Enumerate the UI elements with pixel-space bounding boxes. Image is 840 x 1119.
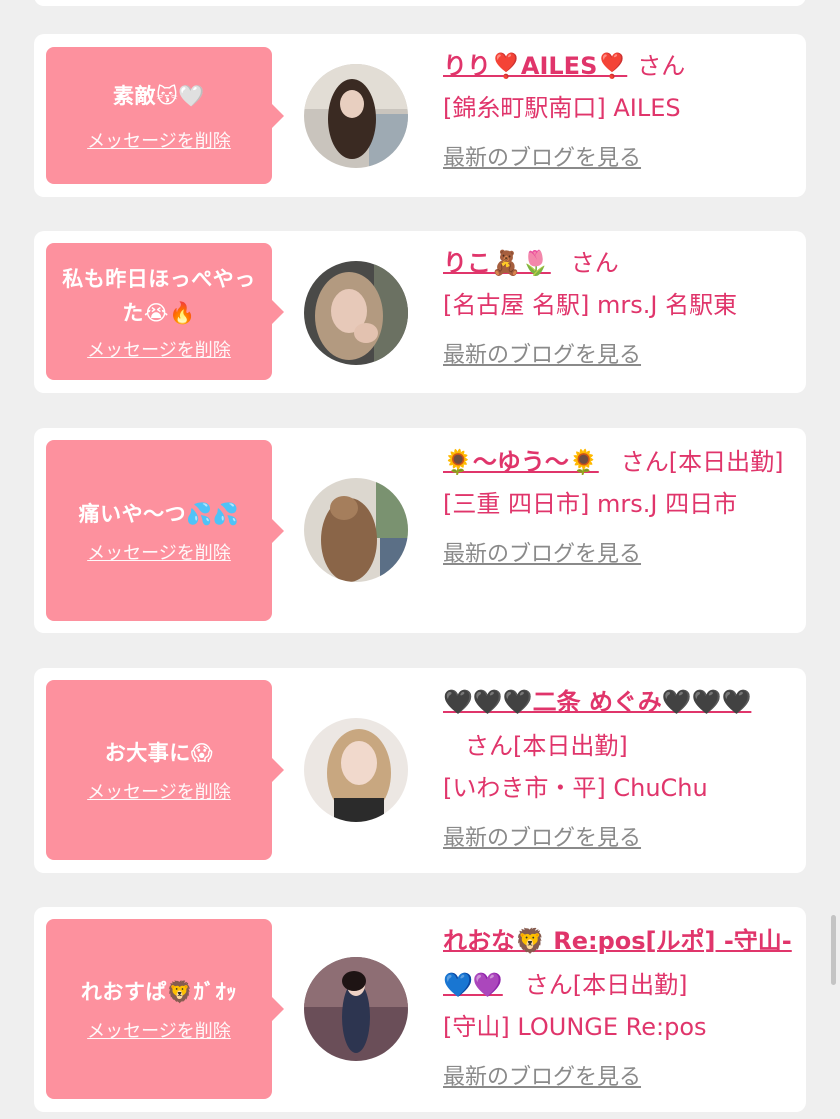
honorific-label: さん[本日出勤] xyxy=(465,732,628,760)
profile-info: れおな🦁 Re:pos[ルポ] -守山-💙💜 さん[本日出勤] [守山] LOUN… xyxy=(443,919,793,1091)
shop-label: [名古屋 名駅] mrs.J 名駅東 xyxy=(443,291,738,319)
honorific-label: さん[本日出勤] xyxy=(620,448,784,476)
profile-name-link[interactable]: 🌻〜ゆう〜🌻 xyxy=(443,448,599,476)
delete-message-link[interactable]: メッセージを削除 xyxy=(87,778,231,804)
message-text: 素敵😽🤍 xyxy=(112,83,206,108)
message-card: 素敵😽🤍 メッセージを削除 りり❣️AILES❣️ さん [錦糸町駅南口] AIL… xyxy=(34,34,806,197)
shop-label: [守山] LOUNGE Re:pos xyxy=(443,1013,707,1041)
delete-message-link[interactable]: メッセージを削除 xyxy=(87,127,231,153)
view-blog-link[interactable]: 最新のブログを見る xyxy=(443,1059,641,1091)
delete-message-link[interactable]: メッセージを削除 xyxy=(87,336,231,362)
scrollbar[interactable] xyxy=(831,915,836,985)
honorific-label: さん[本日出勤] xyxy=(524,971,688,999)
honorific-label: さん xyxy=(637,52,686,80)
view-blog-link[interactable]: 最新のブログを見る xyxy=(443,820,641,852)
profile-info: 🖤🖤🖤二条 めぐみ🖤🖤🖤 さん[本日出勤] [いわき市・平] ChuChu 最新の… xyxy=(443,680,793,852)
avatar[interactable] xyxy=(304,261,408,365)
message-card: 私も昨日ほっぺやった😭🔥 メッセージを削除 りこ🧸🌷 さん [名古屋 名駅] mr… xyxy=(34,231,806,393)
delete-message-link[interactable]: メッセージを削除 xyxy=(87,1017,231,1043)
shop-label: [錦糸町駅南口] AILES xyxy=(443,94,681,122)
avatar[interactable] xyxy=(304,718,408,822)
previous-card-edge xyxy=(34,0,806,6)
delete-message-link[interactable]: メッセージを削除 xyxy=(87,539,231,565)
message-bubble: 私も昨日ほっぺやった😭🔥 メッセージを削除 xyxy=(46,243,284,380)
honorific-label: さん xyxy=(570,249,619,277)
profile-name-link[interactable]: 🖤🖤🖤二条 めぐみ🖤🖤🖤 xyxy=(443,688,751,716)
message-card: れおすぱ🦁ｶﾞｵｯ メッセージを削除 れおな🦁 Re:pos[ルポ] -守山-💙… xyxy=(34,907,806,1112)
message-bubble: 素敵😽🤍 メッセージを削除 xyxy=(46,47,284,184)
view-blog-link[interactable]: 最新のブログを見る xyxy=(443,140,641,172)
avatar[interactable] xyxy=(304,478,408,582)
shop-label: [いわき市・平] ChuChu xyxy=(443,774,708,802)
avatar[interactable] xyxy=(304,64,408,168)
message-bubble: お大事に😱 メッセージを削除 xyxy=(46,680,284,860)
message-text: 痛いや〜つ💦💦 xyxy=(78,501,240,526)
view-blog-link[interactable]: 最新のブログを見る xyxy=(443,536,641,568)
profile-name-link[interactable]: りり❣️AILES❣️ xyxy=(443,52,627,80)
message-text: 私も昨日ほっぺやった😭🔥 xyxy=(62,266,256,325)
profile-name-link[interactable]: りこ🧸🌷 xyxy=(443,249,551,277)
profile-info: 🌻〜ゆう〜🌻 さん[本日出勤] [三重 四日市] mrs.J 四日市 最新のブログ… xyxy=(443,440,793,568)
message-card: お大事に😱 メッセージを削除 🖤🖤🖤二条 めぐみ🖤🖤🖤 さん[本日出勤] [いわき… xyxy=(34,668,806,873)
view-blog-link[interactable]: 最新のブログを見る xyxy=(443,337,641,369)
message-text: れおすぱ🦁ｶﾞｵｯ xyxy=(80,980,238,1004)
message-bubble: 痛いや〜つ💦💦 メッセージを削除 xyxy=(46,440,284,621)
message-card: 痛いや〜つ💦💦 メッセージを削除 🌻〜ゆう〜🌻 さん[本日出勤] [三重 四日市]… xyxy=(34,428,806,633)
profile-info: りり❣️AILES❣️ さん [錦糸町駅南口] AILES 最新のブログを見る xyxy=(443,46,793,172)
profile-info: りこ🧸🌷 さん [名古屋 名駅] mrs.J 名駅東 最新のブログを見る xyxy=(443,243,793,369)
shop-label: [三重 四日市] mrs.J 四日市 xyxy=(443,490,738,518)
avatar[interactable] xyxy=(304,957,408,1061)
message-text: お大事に😱 xyxy=(104,741,214,765)
message-bubble: れおすぱ🦁ｶﾞｵｯ メッセージを削除 xyxy=(46,919,284,1099)
